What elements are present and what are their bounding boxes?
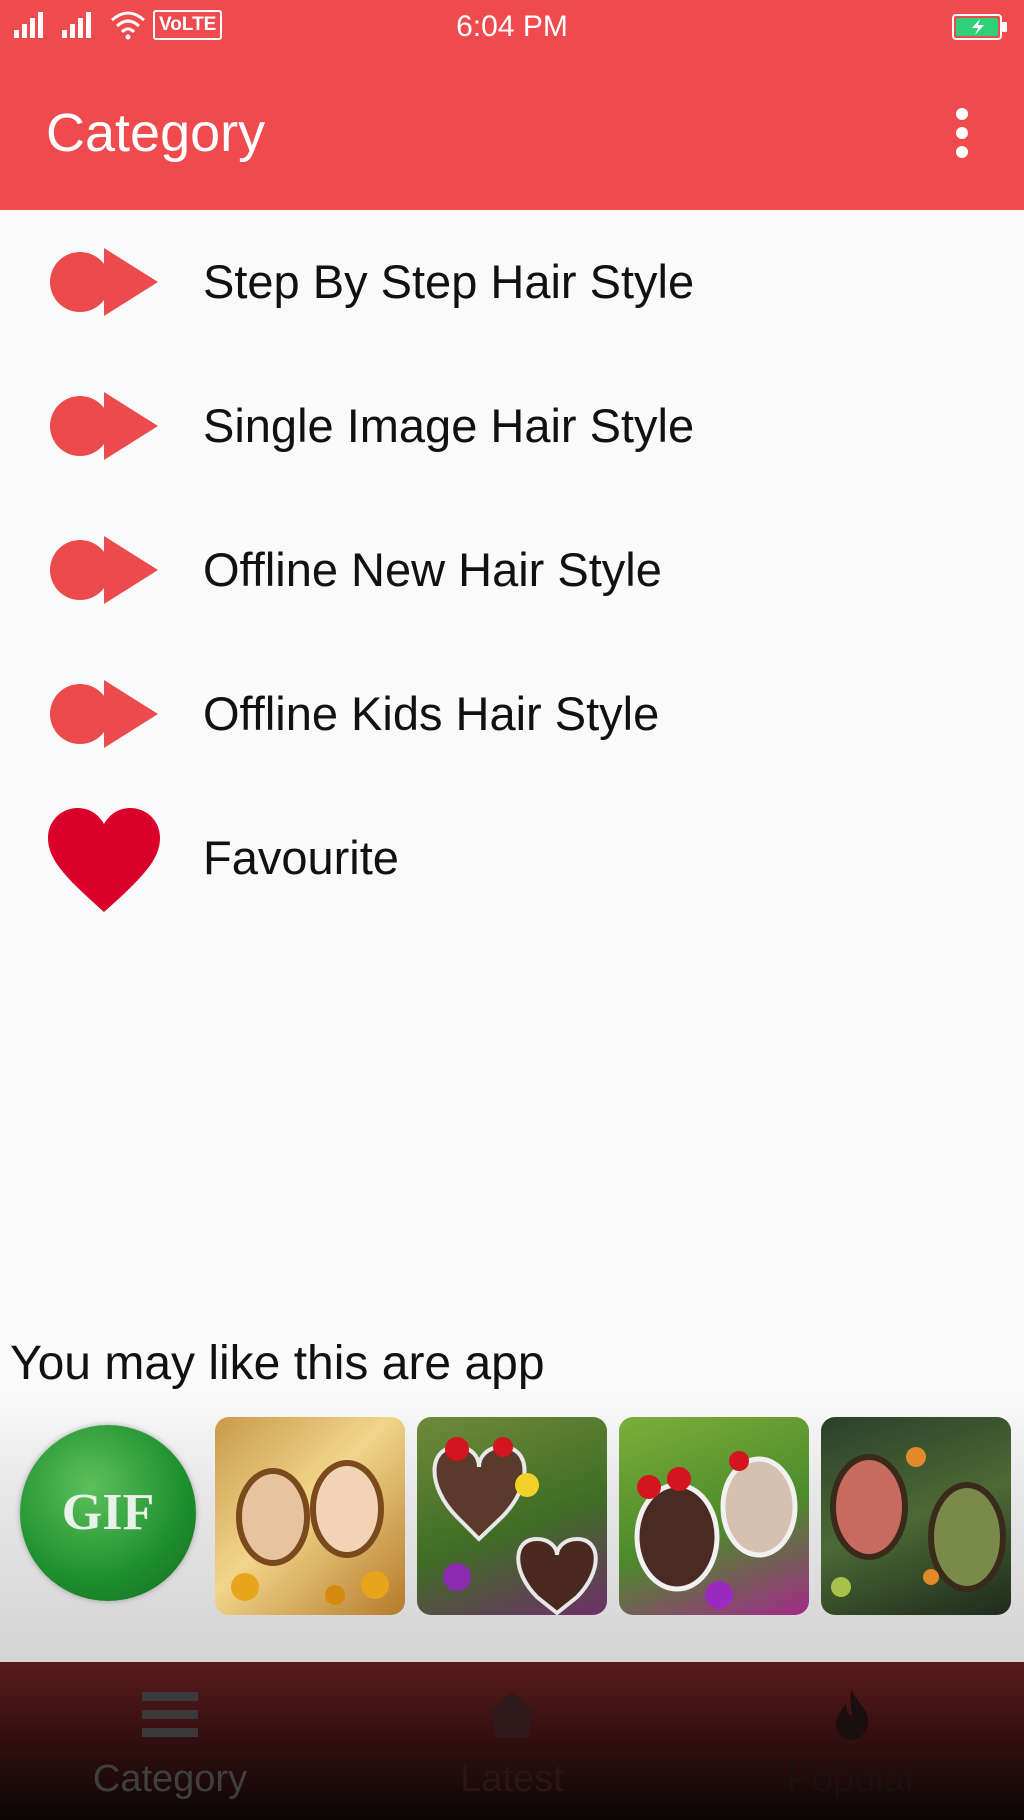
nav-label: Latest (460, 1758, 564, 1800)
status-time: 6:04 PM (456, 10, 568, 43)
record-play-icon (50, 680, 158, 748)
home-icon (487, 1692, 537, 1738)
app-bar: Category (0, 52, 1024, 210)
heart-icon (48, 808, 160, 912)
nav-label: Popular (786, 1758, 918, 1800)
flame-icon (836, 1690, 869, 1740)
category-label: Offline New Hair Style (203, 543, 662, 596)
more-vert-icon[interactable] (944, 108, 980, 158)
category-label: Single Image Hair Style (203, 399, 695, 452)
record-play-icon (50, 392, 158, 460)
battery-charging-icon (952, 14, 1007, 40)
nav-label: Category (92, 1758, 248, 1800)
category-item-favourite[interactable]: Favourite (0, 788, 1024, 932)
app-thumbnail-1[interactable] (215, 1417, 405, 1615)
app-thumbnail-4[interactable] (821, 1417, 1011, 1615)
menu-icon (142, 1692, 198, 1737)
record-play-icon (50, 536, 158, 604)
nav-latest[interactable]: Latest (382, 1662, 642, 1820)
app-thumbnail-2[interactable] (417, 1417, 607, 1615)
recommend-title: You may like this are app (10, 1337, 545, 1390)
category-item-single-image[interactable]: Single Image Hair Style (0, 356, 1024, 500)
category-label: Favourite (203, 831, 399, 884)
record-play-icon (50, 248, 158, 316)
status-bar: VoLTE 6:04 PM (0, 0, 1024, 52)
category-item-offline-kids[interactable]: Offline Kids Hair Style (0, 644, 1024, 788)
category-item-step-by-step[interactable]: Step By Step Hair Style (0, 212, 1024, 356)
bottom-navigation: Category Latest Popular (0, 1662, 1024, 1820)
category-item-offline-new[interactable]: Offline New Hair Style (0, 500, 1024, 644)
nav-category[interactable]: Category (40, 1662, 300, 1820)
gif-app-text: GIF (61, 1484, 155, 1541)
gif-app-thumbnail[interactable]: GIF (20, 1425, 196, 1601)
category-label: Offline Kids Hair Style (203, 687, 660, 740)
recommended-apps-strip[interactable]: GIF (0, 1390, 1024, 1662)
page-title: Category (46, 103, 266, 163)
app-thumbnail-3[interactable] (619, 1417, 809, 1615)
nav-popular[interactable]: Popular (722, 1662, 982, 1820)
category-label: Step By Step Hair Style (203, 255, 695, 308)
